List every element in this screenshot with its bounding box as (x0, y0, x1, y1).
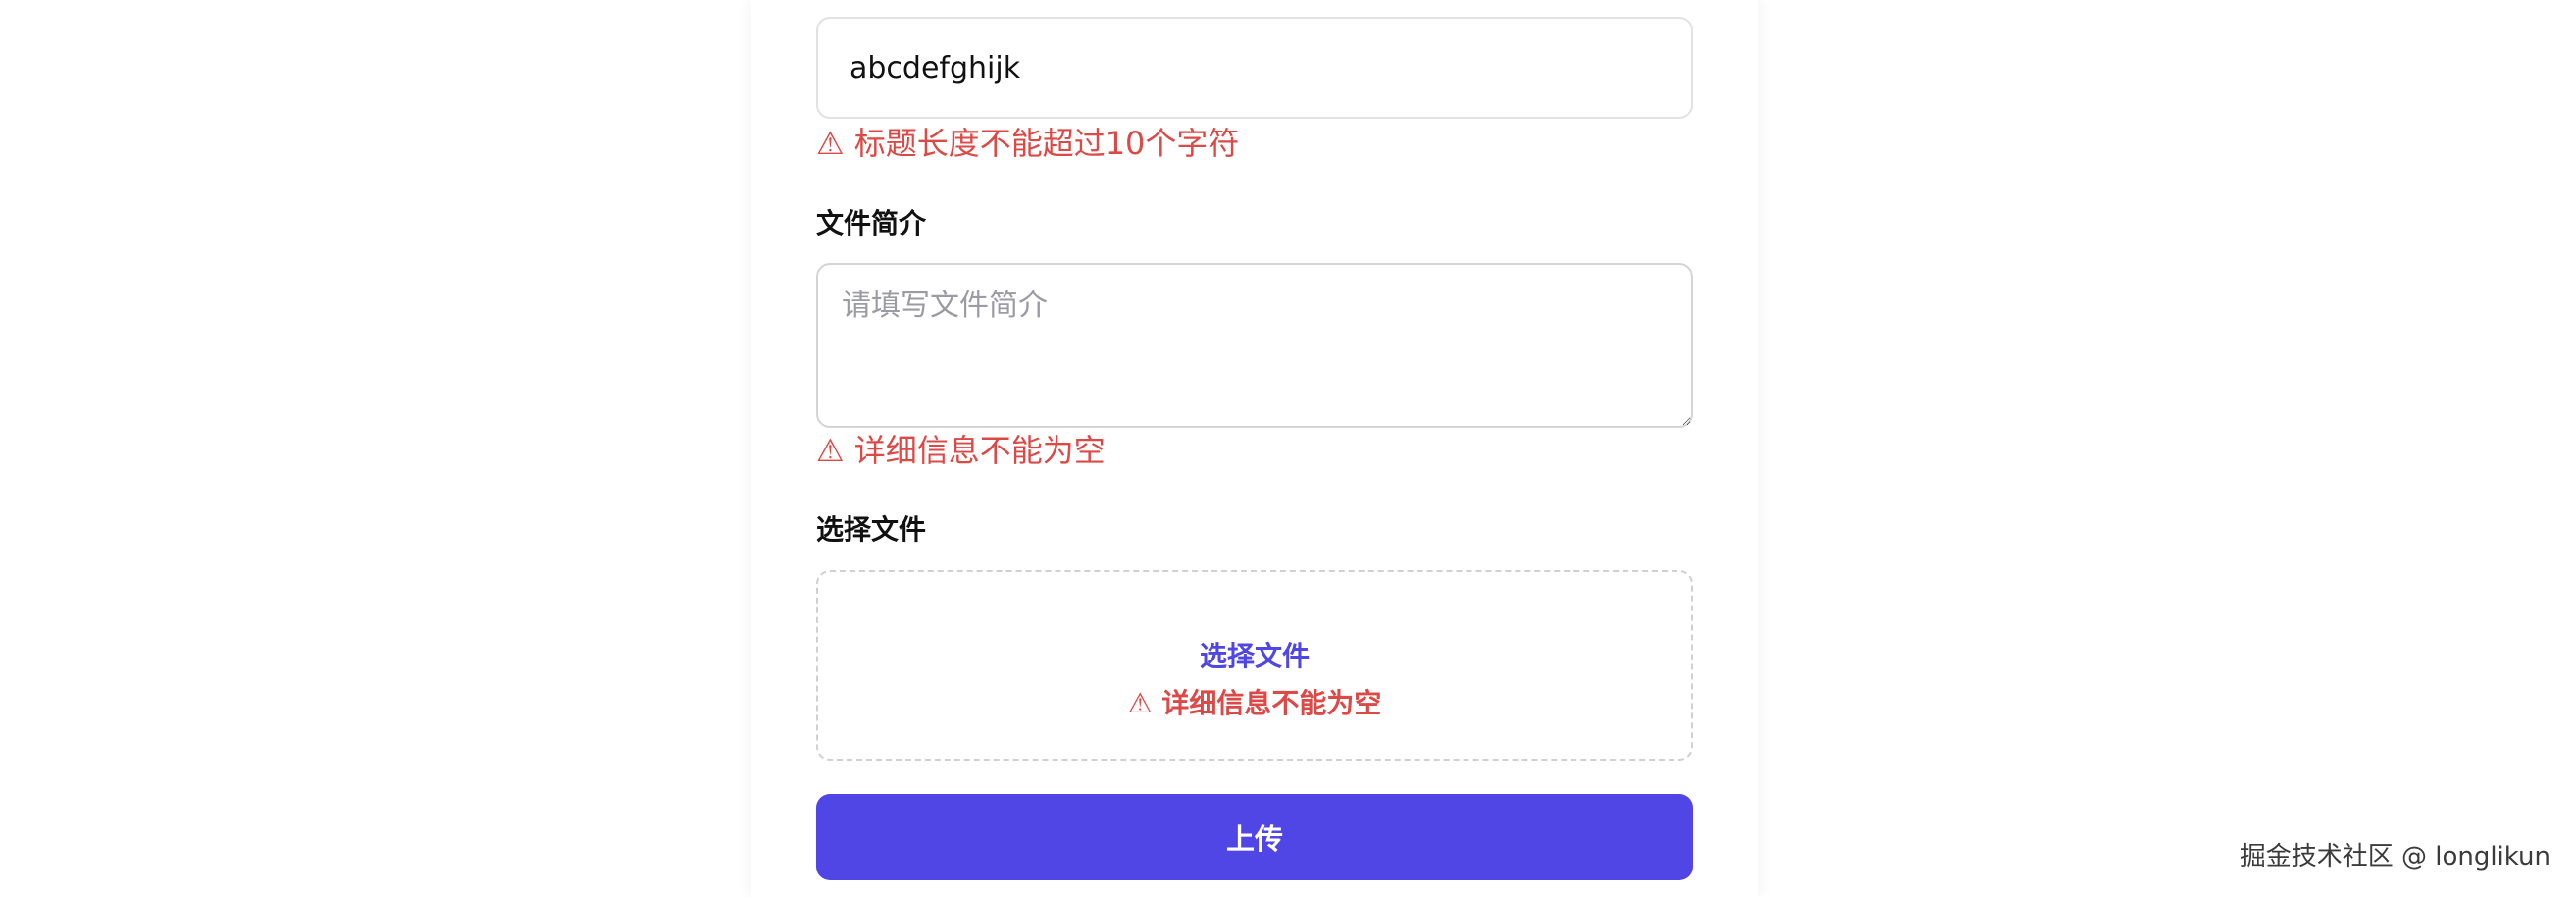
title-input[interactable] (816, 17, 1693, 119)
warning-icon: ⚠ (816, 432, 845, 469)
description-error-message: ⚠ 详细信息不能为空 (816, 431, 1106, 470)
file-label: 选择文件 (816, 513, 927, 546)
description-label: 文件简介 (816, 207, 927, 239)
file-error-message: ⚠ 详细信息不能为空 (818, 686, 1691, 721)
choose-file-link[interactable]: 选择文件 (818, 639, 1691, 674)
title-error-text: 标题长度不能超过10个字符 (853, 125, 1240, 162)
file-dropzone[interactable]: 选择文件 ⚠ 详细信息不能为空 (816, 570, 1693, 761)
file-error-text: 详细信息不能为空 (1161, 687, 1382, 719)
description-error-text: 详细信息不能为空 (853, 432, 1106, 469)
warning-icon: ⚠ (816, 125, 845, 162)
upload-button[interactable]: 上传 (816, 794, 1693, 880)
description-textarea[interactable] (816, 263, 1693, 428)
title-error-message: ⚠ 标题长度不能超过10个字符 (816, 124, 1239, 163)
warning-icon: ⚠ (1127, 687, 1153, 719)
watermark: 掘金技术社区 @ longlikun (2240, 842, 2550, 871)
